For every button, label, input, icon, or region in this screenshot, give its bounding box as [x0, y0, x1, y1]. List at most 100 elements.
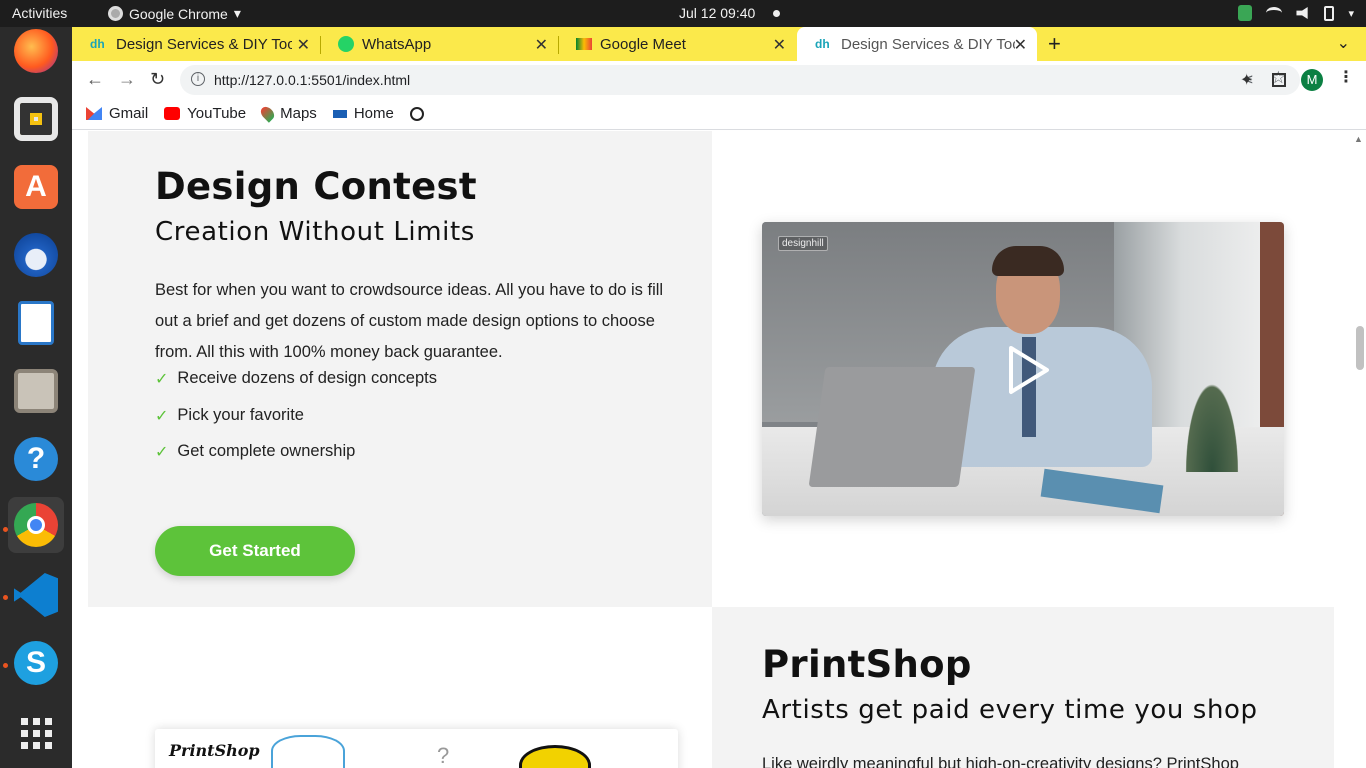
new-tab-button[interactable]: +	[1048, 31, 1061, 57]
bookmark-label: Maps	[280, 105, 317, 122]
tab-strip: dh Design Services & DIY Too ✕ WhatsApp …	[72, 27, 1366, 61]
help-launcher[interactable]: ?	[8, 431, 64, 487]
tab-title: WhatsApp	[362, 35, 432, 53]
printshop-subtitle: Artists get paid every time you shop	[762, 695, 1258, 725]
video-laptop	[808, 367, 976, 487]
check-icon: ✓	[155, 407, 169, 425]
chrome-launcher[interactable]	[8, 497, 64, 553]
system-tray[interactable]: ▾	[1238, 5, 1354, 21]
printshop-card-logo: PrintShop	[169, 741, 260, 760]
software-launcher[interactable]: A	[8, 159, 64, 215]
designhill-favicon-icon: dh	[90, 37, 105, 51]
promo-video[interactable]: designhill	[762, 222, 1284, 516]
tray-menu-caret-icon[interactable]: ▾	[1348, 7, 1354, 20]
bookmark-globe[interactable]	[409, 106, 424, 121]
app-menu[interactable]: Google Chrome ▾	[108, 5, 241, 22]
list-item: ✓ Receive dozens of design concepts	[155, 369, 437, 406]
close-tab-icon[interactable]: ✕	[297, 35, 310, 55]
show-apps-button[interactable]	[8, 705, 64, 761]
update-shield-icon[interactable]	[1238, 5, 1253, 21]
tab-whatsapp[interactable]: WhatsApp ✕	[320, 27, 558, 61]
printshop-artwork: ?	[437, 743, 450, 768]
tab-search-chevron-down-icon[interactable]: ⌄	[1337, 33, 1350, 53]
printshop-artwork	[519, 745, 591, 768]
menu-kebab-icon[interactable]: ⋮	[1338, 67, 1354, 87]
thunderbird-icon	[14, 233, 58, 277]
tab-title: Design Services & DIY Too	[841, 35, 1015, 53]
check-icon: ✓	[155, 371, 169, 388]
firefox-launcher[interactable]	[8, 23, 64, 79]
page-scrollbar[interactable]: ▲	[1352, 131, 1366, 768]
close-tab-icon[interactable]: ✕	[1014, 35, 1027, 55]
side-panel-icon[interactable]	[1272, 73, 1286, 87]
close-tab-icon[interactable]: ✕	[535, 35, 548, 55]
maps-icon	[258, 104, 277, 123]
bookmark-gmail[interactable]: Gmail	[86, 105, 148, 122]
app-grid-icon	[20, 717, 52, 749]
whatsapp-favicon-icon	[338, 36, 354, 52]
site-info-icon[interactable]: i	[191, 72, 205, 86]
contest-description: Best for when you want to crowdsource id…	[155, 281, 664, 361]
reload-icon[interactable]: ↻	[150, 69, 165, 90]
bookmarks-bar: Gmail YouTube Maps Home	[72, 98, 1366, 130]
bookmark-youtube[interactable]: YouTube	[164, 105, 246, 122]
wifi-icon[interactable]	[1266, 7, 1283, 19]
list-item: ✓ Get complete ownership	[155, 442, 437, 479]
tab-design-services-2[interactable]: dh Design Services & DIY Too ✕	[797, 27, 1037, 61]
printshop-preview-panel: PrintShop ?	[88, 607, 712, 768]
clock[interactable]: Jul 12 09:40	[679, 5, 755, 21]
activities-button[interactable]: Activities	[12, 5, 67, 21]
profile-avatar[interactable]: M	[1301, 69, 1323, 91]
tab-design-services-1[interactable]: dh Design Services & DIY Too ✕	[72, 27, 320, 61]
bookmark-maps[interactable]: Maps	[258, 104, 317, 123]
contest-subtitle: Creation Without Limits	[155, 217, 475, 247]
firefox-icon	[14, 29, 58, 73]
feature-text: Pick your favorite	[177, 405, 304, 424]
system-top-bar: Activities Google Chrome ▾ Jul 12 09:40 …	[0, 0, 1366, 27]
address-bar[interactable]: i http://127.0.0.1:5501/index.html ⋖ ☆	[180, 65, 1300, 95]
bookmark-label: YouTube	[187, 105, 247, 122]
app-menu-label: Google Chrome	[129, 5, 228, 22]
back-arrow-icon[interactable]: ←	[86, 69, 104, 90]
vscode-launcher[interactable]	[8, 567, 64, 623]
design-contest-panel: Design Contest Creation Without Limits B…	[88, 131, 712, 607]
check-icon: ✓	[155, 444, 169, 461]
document-viewer-icon	[18, 301, 54, 345]
list-item: ✓ Pick your favorite	[155, 406, 437, 443]
video-plant	[1182, 372, 1242, 472]
software-center-icon: A	[14, 165, 58, 209]
close-tab-icon[interactable]: ✕	[773, 35, 786, 55]
meet-favicon-icon	[576, 38, 592, 50]
caret-down-icon: ▾	[233, 5, 241, 21]
web-page: Design Contest Creation Without Limits B…	[72, 131, 1352, 768]
skype-launcher[interactable]: S	[8, 635, 64, 691]
volume-icon[interactable]	[1296, 7, 1308, 19]
get-started-button[interactable]: Get Started	[155, 526, 355, 576]
battery-icon[interactable]	[1324, 5, 1335, 21]
tab-google-meet[interactable]: Google Meet ✕	[558, 27, 796, 61]
globe-icon	[409, 106, 424, 121]
browser-toolbar: ← → ↻ i http://127.0.0.1:5501/index.html…	[72, 61, 1366, 98]
video-watermark-logo: designhill	[778, 236, 828, 251]
feature-text: Receive dozens of design concepts	[177, 369, 437, 387]
scrollbar-thumb[interactable]	[1356, 326, 1364, 370]
printshop-preview-card[interactable]: PrintShop ?	[155, 729, 678, 768]
bookmark-home[interactable]: Home	[332, 105, 394, 122]
printshop-artwork	[271, 735, 345, 768]
files-launcher[interactable]	[8, 363, 64, 419]
thunderbird-launcher[interactable]	[8, 227, 64, 283]
home-icon	[332, 109, 347, 118]
video-person-hair	[992, 246, 1064, 276]
chrome-icon	[108, 6, 123, 21]
dock: A ? S	[0, 27, 72, 768]
running-indicator	[3, 663, 8, 668]
running-indicator	[3, 527, 8, 532]
rhythmbox-launcher[interactable]	[8, 91, 64, 147]
extensions-puzzle-icon[interactable]: ✦	[1240, 70, 1253, 90]
scroll-up-arrow-icon[interactable]: ▲	[1354, 134, 1363, 144]
play-icon[interactable]	[1005, 344, 1051, 396]
vscode-icon	[14, 573, 58, 617]
forward-arrow-icon[interactable]: →	[118, 69, 136, 90]
tab-title: Google Meet	[600, 35, 686, 53]
writer-launcher[interactable]	[8, 295, 64, 351]
